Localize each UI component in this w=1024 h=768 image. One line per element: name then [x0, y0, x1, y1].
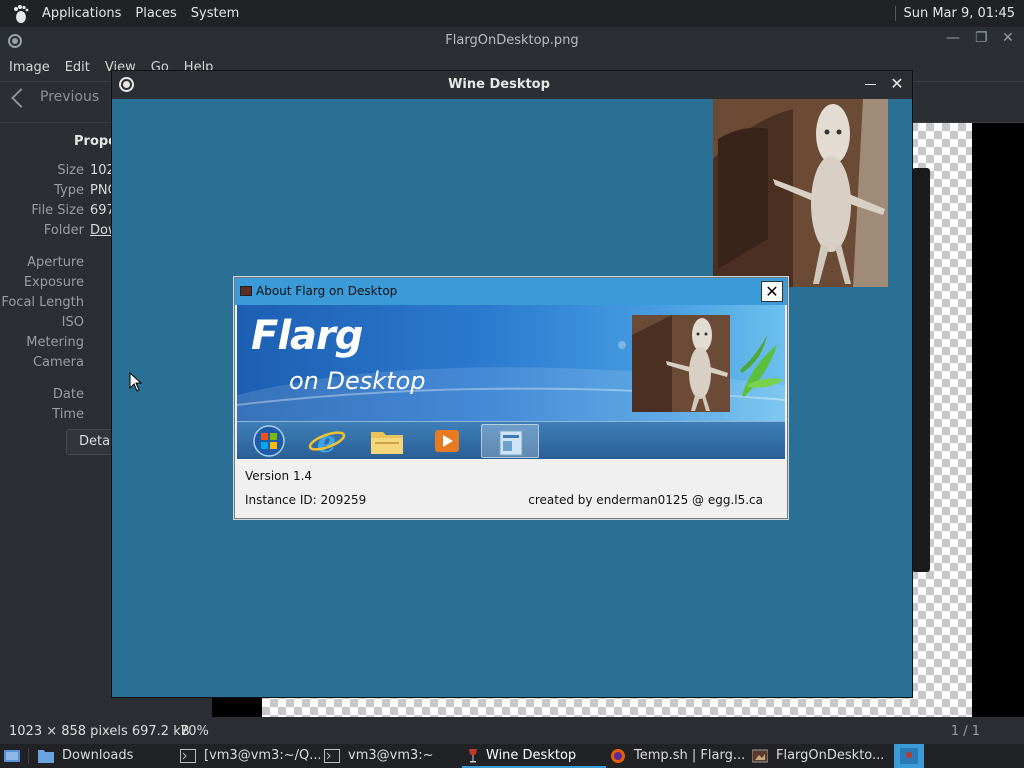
app-icon — [240, 286, 252, 296]
prop-key: Type — [54, 183, 84, 198]
wine-title: Wine Desktop — [448, 77, 550, 92]
viewer-title: FlargOnDesktop.png — [445, 33, 579, 48]
flarg-thumbnail — [632, 315, 730, 412]
gnome-foot-icon[interactable] — [10, 4, 30, 24]
workspace-switcher[interactable] — [894, 744, 924, 768]
wine-desktop-area[interactable]: About Flarg on Desktop ✕ Flarg on Deskto… — [112, 99, 912, 697]
prop-key: Size — [57, 163, 84, 178]
prop-key: Exposure — [23, 275, 84, 290]
about-body: Version 1.4 Instance ID: 209259 created … — [235, 460, 787, 518]
windows-orb-icon — [253, 425, 285, 457]
prop-key: Folder — [43, 223, 84, 238]
wine-desktop-window: Wine Desktop ✕ About Flarg on Desktop ✕ … — [111, 70, 913, 698]
taskbar-label: vm3@vm3:~ — [348, 748, 434, 763]
media-player-icon — [435, 430, 459, 452]
taskbar-item-terminal-1[interactable]: [vm3@vm3:~/Q... — [180, 744, 320, 768]
bottom-taskbar: Downloads [vm3@vm3:~/Q... vm3@vm3:~ Wine… — [0, 744, 1024, 768]
terminal-icon — [324, 748, 340, 763]
flarg-creature-image[interactable] — [713, 99, 888, 287]
clock[interactable]: Sun Mar 9, 01:45 — [903, 0, 1015, 27]
viewer-titlebar[interactable]: FlargOnDesktop.png — ❐ ✕ — [0, 27, 1024, 55]
taskbar-item-terminal-2[interactable]: vm3@vm3:~ — [324, 744, 459, 768]
taskbar-label: FlargOnDeskto... — [776, 748, 885, 763]
prop-key: Camera — [32, 355, 84, 370]
about-dialog: About Flarg on Desktop ✕ Flarg on Deskto… — [234, 277, 788, 519]
svg-text:e: e — [317, 425, 336, 458]
previous-button[interactable]: Previous — [11, 87, 100, 108]
show-desktop-icon[interactable] — [2, 744, 22, 768]
taskbar-separator — [28, 748, 29, 764]
zoom-level: 70% — [180, 724, 209, 739]
menu-applications[interactable]: Applications — [35, 0, 128, 27]
about-title: About Flarg on Desktop — [256, 284, 398, 298]
image-viewer-icon — [752, 749, 768, 762]
taskbar-item-image-viewer[interactable]: FlargOnDeskto... — [752, 744, 892, 768]
banner-title: Flarg — [251, 313, 363, 359]
taskbar-item-downloads[interactable]: Downloads — [38, 744, 173, 768]
about-banner: Flarg on Desktop — [237, 305, 785, 421]
image-edge — [912, 168, 930, 572]
menu-edit[interactable]: Edit — [56, 55, 90, 81]
page-indicator: 1 / 1 — [950, 724, 980, 739]
prop-key: Focal Length — [1, 295, 84, 310]
prop-key: Aperture — [27, 255, 84, 270]
credit-text: created by enderman0125 @ egg.l5.ca — [528, 493, 763, 507]
version-text: Version 1.4 — [245, 469, 313, 483]
close-button[interactable]: ✕ — [761, 281, 783, 302]
menu-image[interactable]: Image — [0, 55, 50, 81]
prop-key: Metering — [26, 335, 84, 350]
active-app-slot — [481, 424, 539, 458]
menu-system[interactable]: System — [184, 0, 246, 27]
prop-key: ISO — [61, 315, 84, 330]
taskbar-item-wine-desktop[interactable]: Wine Desktop — [462, 744, 606, 768]
mouse-cursor-icon — [129, 372, 143, 392]
prop-key: File Size — [31, 203, 84, 218]
workspace-icon — [900, 748, 918, 764]
panel-separator — [895, 6, 896, 21]
instance-id-text: Instance ID: 209259 — [245, 493, 367, 507]
about-titlebar[interactable]: About Flarg on Desktop ✕ — [235, 278, 787, 305]
prop-key: Time — [52, 407, 84, 422]
image-info: 1023 × 858 pixels 697.2 kB — [9, 724, 190, 739]
close-icon[interactable]: ✕ — [1002, 30, 1014, 46]
banner-taskbar: e — [237, 421, 785, 459]
wine-titlebar[interactable]: Wine Desktop ✕ — [112, 71, 912, 99]
internet-explorer-icon: e — [308, 425, 346, 458]
app-window-icon — [499, 430, 523, 456]
folder-icon — [371, 432, 403, 454]
taskbar-label: Temp.sh | Flarg... — [634, 748, 746, 763]
terminal-icon — [180, 748, 196, 763]
top-panel: Applications Places System Sun Mar 9, 01… — [0, 0, 1024, 27]
maximize-icon[interactable]: ❐ — [975, 30, 988, 46]
minimize-icon[interactable]: — — [946, 30, 960, 46]
chevron-left-icon — [11, 87, 31, 108]
previous-label: Previous — [40, 89, 100, 105]
taskbar-item-firefox[interactable]: Temp.sh | Flarg... — [610, 744, 750, 768]
banner-subtitle: on Desktop — [289, 367, 426, 395]
wine-icon — [469, 748, 477, 762]
leaf-decoration-icon — [740, 335, 784, 397]
folder-icon — [38, 749, 54, 763]
taskbar-label: Wine Desktop — [486, 748, 577, 763]
close-icon[interactable]: ✕ — [889, 75, 905, 93]
prop-key: Date — [52, 387, 84, 402]
firefox-icon — [611, 748, 625, 763]
minimize-icon[interactable] — [865, 84, 876, 85]
viewer-statusbar: 1023 × 858 pixels 697.2 kB 70% 1 / 1 — [0, 717, 1024, 746]
taskbar-label: Downloads — [62, 748, 134, 763]
menu-places[interactable]: Places — [128, 0, 183, 27]
taskbar-label: [vm3@vm3:~/Q... — [204, 748, 320, 763]
